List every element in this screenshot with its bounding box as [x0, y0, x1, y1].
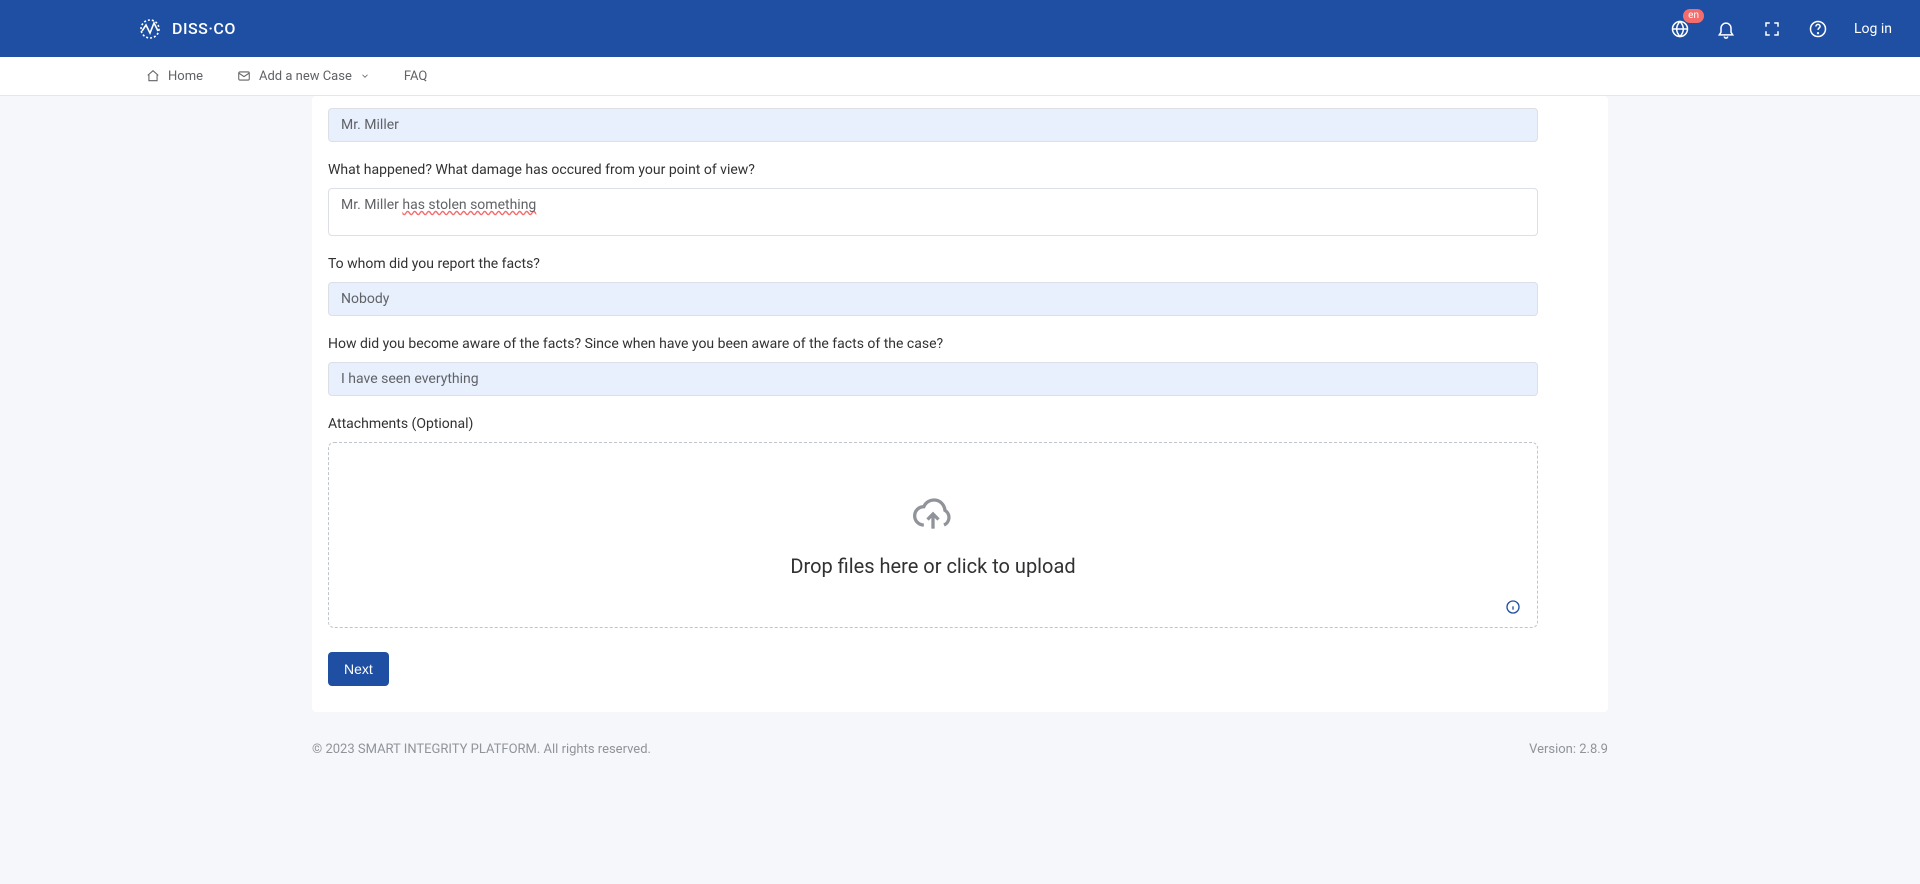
- fullscreen-button[interactable]: [1762, 19, 1782, 39]
- nav-home[interactable]: Home: [146, 69, 203, 84]
- attachments-label: Attachments (Optional): [328, 416, 1538, 432]
- footer: © 2023 SMART INTEGRITY PLATFORM. All rig…: [312, 732, 1608, 757]
- info-icon[interactable]: [1505, 599, 1521, 615]
- top-header: DISS·CO en: [0, 0, 1920, 57]
- footer-version: Version: 2.8.9: [1529, 742, 1608, 757]
- dropzone-text: Drop files here or click to upload: [790, 554, 1075, 578]
- fullscreen-icon: [1763, 20, 1781, 38]
- logo-text: DISS·CO: [172, 19, 236, 38]
- sub-nav: Home Add a new Case FAQ: [0, 57, 1920, 96]
- report-to-label: To whom did you report the facts?: [328, 256, 1538, 272]
- logo-icon: [138, 17, 162, 41]
- login-link[interactable]: Log in: [1854, 21, 1892, 37]
- what-happened-textarea[interactable]: Mr. Miller has stolen something: [328, 188, 1538, 236]
- form-card: What happened? What damage has occured f…: [312, 96, 1608, 712]
- page: What happened? What damage has occured f…: [312, 96, 1608, 781]
- aware-label: How did you become aware of the facts? S…: [328, 336, 1538, 352]
- next-button[interactable]: Next: [328, 652, 389, 686]
- nav-add-case-label: Add a new Case: [259, 69, 352, 84]
- nav-faq-label: FAQ: [404, 69, 427, 84]
- cloud-upload-icon: [911, 492, 955, 536]
- aware-input[interactable]: [328, 362, 1538, 396]
- chevron-down-icon: [360, 71, 370, 81]
- language-button[interactable]: en: [1670, 19, 1690, 39]
- attachments-dropzone[interactable]: Drop files here or click to upload: [328, 442, 1538, 628]
- what-happened-label: What happened? What damage has occured f…: [328, 162, 1538, 178]
- header-right: en Log in: [1670, 19, 1892, 39]
- involved-person-input[interactable]: [328, 108, 1538, 142]
- home-icon: [146, 69, 160, 83]
- nav-add-case[interactable]: Add a new Case: [237, 69, 370, 84]
- nav-faq[interactable]: FAQ: [404, 69, 427, 84]
- nav-home-label: Home: [168, 69, 203, 84]
- what-happened-text-plain: Mr. Miller: [341, 197, 402, 213]
- language-badge: en: [1683, 9, 1704, 23]
- report-to-input[interactable]: [328, 282, 1538, 316]
- help-button[interactable]: [1808, 19, 1828, 39]
- help-icon: [1808, 19, 1828, 39]
- notifications-button[interactable]: [1716, 19, 1736, 39]
- bell-icon: [1716, 19, 1736, 39]
- footer-copyright: © 2023 SMART INTEGRITY PLATFORM. All rig…: [312, 742, 651, 757]
- mail-icon: [237, 69, 251, 83]
- what-happened-text-error: has stolen something: [402, 197, 536, 213]
- brand-logo[interactable]: DISS·CO: [138, 17, 236, 41]
